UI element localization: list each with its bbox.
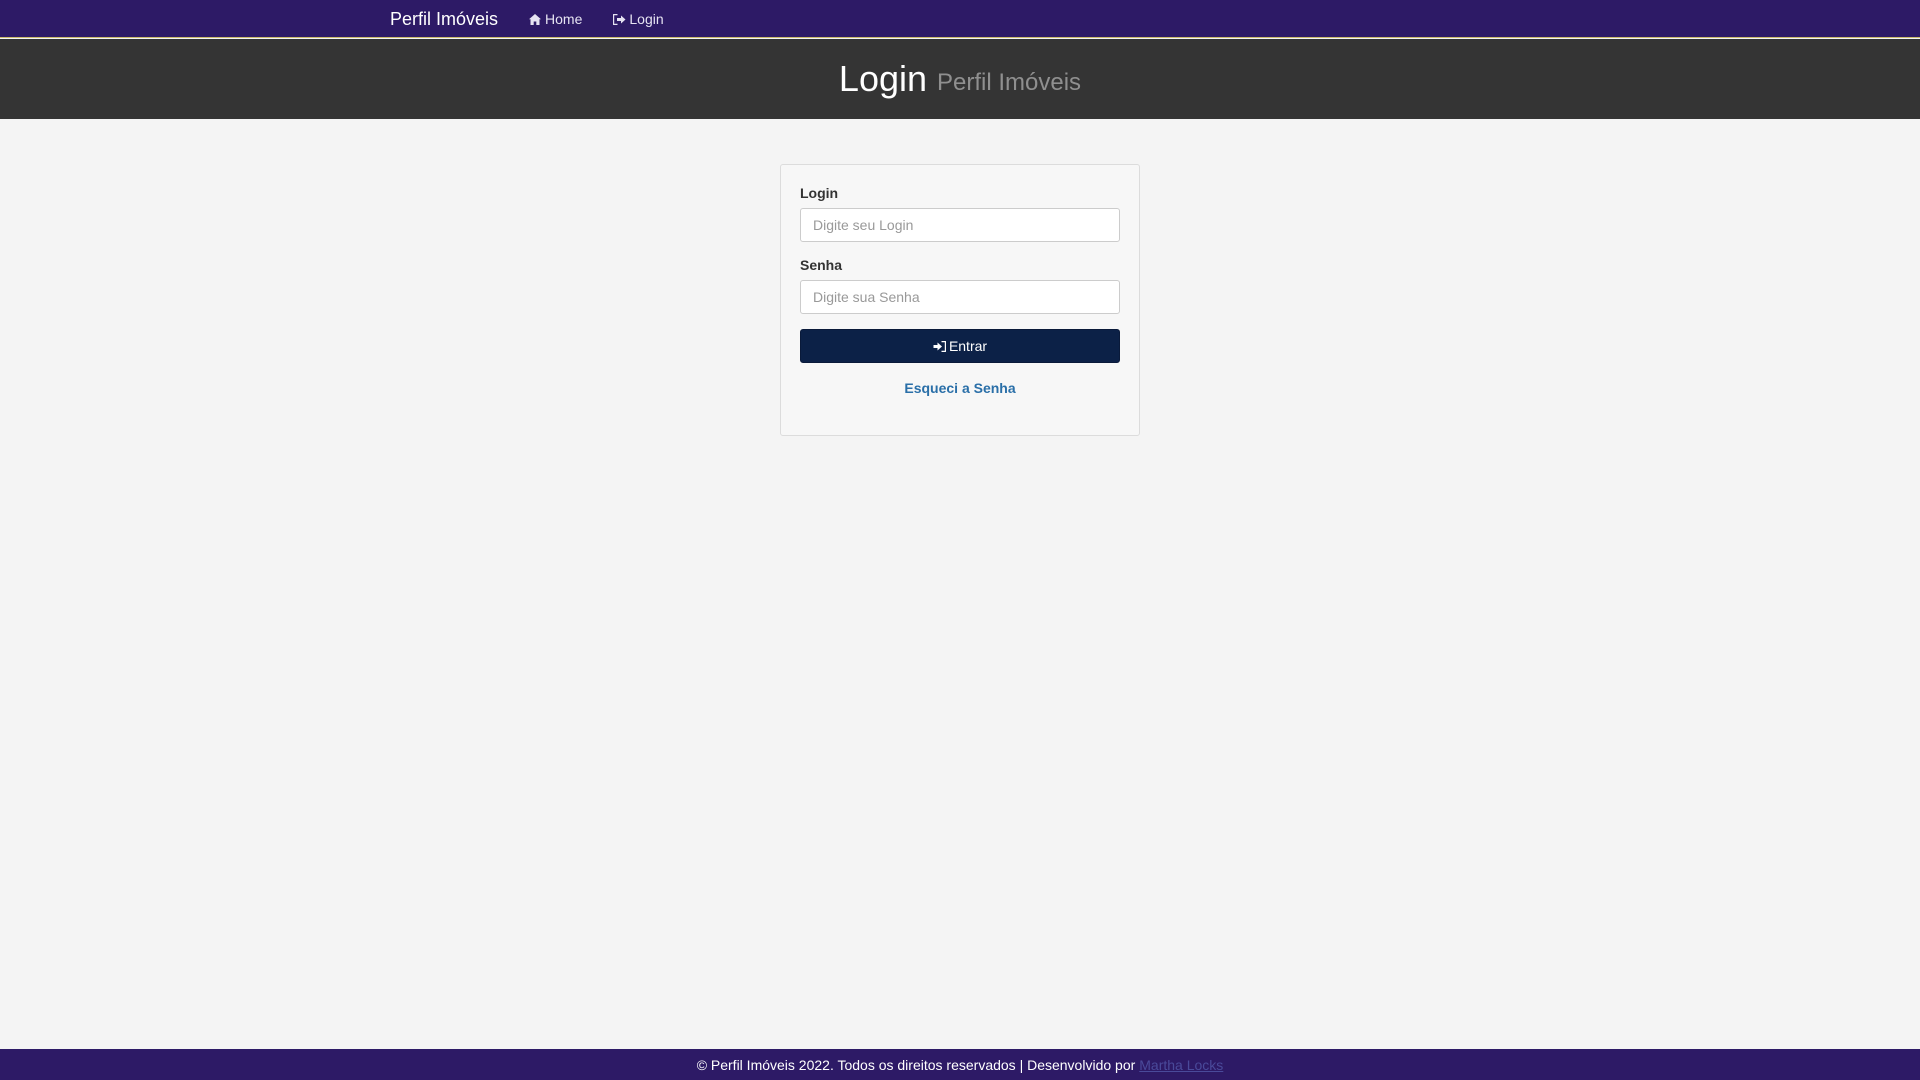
sign-out-icon bbox=[612, 12, 626, 26]
home-icon bbox=[528, 12, 542, 26]
login-field-group: Login bbox=[800, 185, 1120, 242]
page-header: Login Perfil Imóveis bbox=[0, 39, 1920, 119]
footer-text: © Perfil Imóveis 2022. Todos os direitos… bbox=[696, 1056, 1136, 1073]
sign-in-icon bbox=[933, 339, 947, 353]
password-field-group: Senha bbox=[800, 257, 1120, 314]
forgot-password-link[interactable]: Esqueci a Senha bbox=[800, 380, 1120, 396]
password-label: Senha bbox=[800, 257, 843, 273]
navbar-content: Perfil Imóveis Home Login bbox=[390, 0, 694, 38]
login-input[interactable] bbox=[800, 208, 1120, 242]
password-input[interactable] bbox=[800, 280, 1120, 314]
top-navbar: Perfil Imóveis Home Login bbox=[0, 0, 1920, 38]
submit-button-label: Entrar bbox=[948, 338, 988, 354]
nav-link-login-label: Login bbox=[629, 11, 664, 27]
page-subtitle: Perfil Imóveis bbox=[937, 69, 1082, 96]
nav-link-home-label: Home bbox=[545, 11, 583, 27]
nav-link-login[interactable]: Login bbox=[612, 11, 664, 27]
login-panel: Login Senha Entrar Esqueci a Senha bbox=[780, 164, 1140, 436]
page-title: Login bbox=[838, 58, 928, 99]
developer-link[interactable]: Martha Locks bbox=[1139, 1057, 1223, 1073]
footer: © Perfil Imóveis 2022. Todos os direitos… bbox=[0, 1049, 1920, 1080]
submit-button[interactable]: Entrar bbox=[800, 329, 1120, 363]
nav-link-home[interactable]: Home bbox=[528, 11, 582, 27]
brand-link[interactable]: Perfil Imóveis bbox=[390, 9, 498, 30]
login-label: Login bbox=[800, 185, 839, 201]
